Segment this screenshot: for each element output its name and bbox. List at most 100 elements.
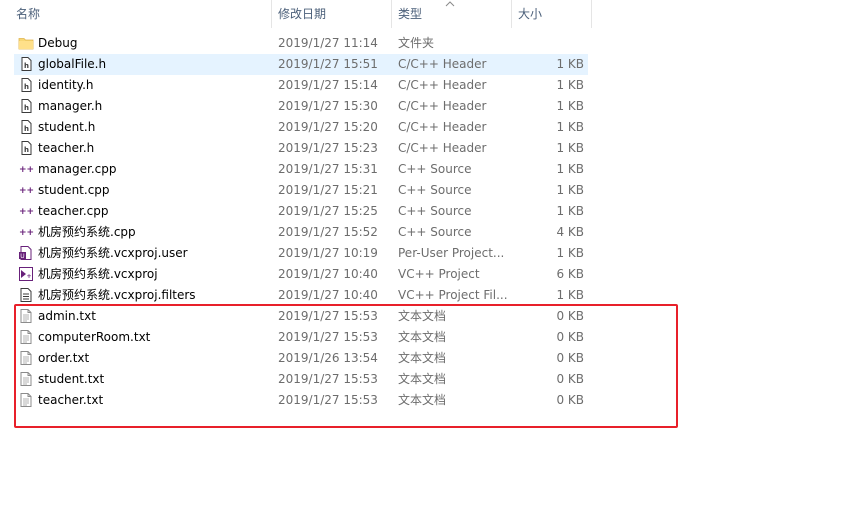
file-row[interactable]: h identity.h 2019/1/27 15:14 C/C++ Header 1 … [14,75,588,96]
file-name: 机房预约系统.cpp [38,225,136,239]
svg-text:++: ++ [19,186,34,196]
user-project-icon: U [18,245,34,261]
file-row[interactable]: h teacher.h 2019/1/27 15:23 C/C++ Header 1 K… [14,138,588,159]
file-row[interactable]: 机房预约系统.vcxproj.filters 2019/1/27 10:40 VC+… [14,285,588,306]
column-header-size[interactable]: 大小 [512,0,592,28]
file-date-modified: 2019/1/27 15:51 [278,57,378,71]
file-size [534,33,584,54]
file-row[interactable]: ++ 机房预约系统.cpp 2019/1/27 15:52 C++ Source 4 K… [14,222,588,243]
file-row[interactable]: Debug 2019/1/27 11:14 文件夹 [14,33,588,54]
svg-text:h: h [24,125,29,133]
file-name: student.h [38,120,96,134]
file-name: student.txt [38,372,105,386]
file-size: 1 KB [556,78,584,92]
file-name: student.cpp [38,183,110,197]
column-header-date[interactable]: 修改日期 [272,0,392,28]
file-size: 1 KB [556,246,584,260]
file-size: 1 KB [556,162,584,176]
file-size: 0 KB [556,351,584,365]
file-type: C/C++ Header [398,120,487,134]
file-date-modified: 2019/1/27 15:25 [278,204,378,218]
header-file-icon: h [18,77,34,93]
header-file-icon: h [18,56,34,72]
sort-ascending-icon [445,1,455,7]
file-size: 1 KB [556,183,584,197]
file-row[interactable]: student.txt 2019/1/27 15:53 文本文档 0 KB [14,369,588,390]
cpp-source-icon: ++ [18,224,34,240]
file-date-modified: 2019/1/27 15:14 [278,78,378,92]
file-date-modified: 2019/1/27 15:23 [278,141,378,155]
file-name: manager.h [38,99,103,113]
file-date-modified: 2019/1/27 10:19 [278,246,378,260]
header-file-icon: h [18,119,34,135]
svg-text:+: + [26,273,31,280]
file-row[interactable]: order.txt 2019/1/26 13:54 文本文档 0 KB [14,348,588,369]
column-header-bar: 名称 修改日期 类型 大小 [0,0,592,28]
file-size: 0 KB [556,372,584,386]
file-row[interactable]: h student.h 2019/1/27 15:20 C/C++ Header 1 K… [14,117,588,138]
file-type: C/C++ Header [398,141,487,155]
file-type: C++ Source [398,204,472,218]
file-name: computerRoom.txt [38,330,151,344]
file-name: admin.txt [38,309,96,323]
file-type: 文本文档 [398,351,447,365]
file-date-modified: 2019/1/27 15:31 [278,162,378,176]
file-row[interactable]: h manager.h 2019/1/27 15:30 C/C++ Header 1 K… [14,96,588,117]
text-file-icon [18,308,34,324]
file-name: 机房预约系统.vcxproj.user [38,246,188,260]
file-size: 1 KB [556,120,584,134]
file-type: C/C++ Header [398,99,487,113]
svg-text:h: h [24,146,29,154]
file-date-modified: 2019/1/27 15:21 [278,183,378,197]
file-row[interactable]: computerRoom.txt 2019/1/27 15:53 文本文档 0 KB [14,327,588,348]
file-type: 文件夹 [398,36,435,50]
file-row[interactable]: U 机房预约系统.vcxproj.user 2019/1/27 10:19 Per-U… [14,243,588,264]
file-name: globalFile.h [38,57,107,71]
file-type: VC++ Project [398,267,480,281]
file-row[interactable]: teacher.txt 2019/1/27 15:53 文本文档 0 KB [14,390,588,411]
file-size: 6 KB [556,267,584,281]
text-file-icon [18,371,34,387]
svg-text:h: h [24,62,29,70]
file-name: manager.cpp [38,162,117,176]
file-size: 0 KB [556,330,584,344]
file-row[interactable]: ++ teacher.cpp 2019/1/27 15:25 C++ Source 1 … [14,201,588,222]
file-name: order.txt [38,351,90,365]
file-name: 机房预约系统.vcxproj.filters [38,288,196,302]
header-file-icon: h [18,98,34,114]
file-date-modified: 2019/1/27 15:52 [278,225,378,239]
file-date-modified: 2019/1/27 15:30 [278,99,378,113]
file-size: 1 KB [556,288,584,302]
file-type: VC++ Project Fil... [398,288,508,302]
file-date-modified: 2019/1/26 13:54 [278,351,378,365]
text-file-icon [18,392,34,408]
svg-text:h: h [24,83,29,91]
file-date-modified: 2019/1/27 15:20 [278,120,378,134]
file-row[interactable]: ++ student.cpp 2019/1/27 15:21 C++ Source 1 … [14,180,588,201]
file-row[interactable]: h globalFile.h 2019/1/27 15:51 C/C++ Header… [14,54,588,75]
file-row[interactable]: ++ manager.cpp 2019/1/27 15:31 C++ Source 1 … [14,159,588,180]
file-type: 文本文档 [398,330,447,344]
file-name: teacher.txt [38,393,104,407]
file-size: 1 KB [556,57,584,71]
file-type: C/C++ Header [398,57,487,71]
file-size: 4 KB [556,225,584,239]
svg-text:U: U [20,253,24,260]
file-size: 1 KB [556,99,584,113]
file-type: 文本文档 [398,393,447,407]
file-type: 文本文档 [398,309,447,323]
file-date-modified: 2019/1/27 15:53 [278,309,378,323]
file-row[interactable]: admin.txt 2019/1/27 15:53 文本文档 0 KB [14,306,588,327]
file-name: teacher.h [38,141,95,155]
file-name: identity.h [38,78,94,92]
folder-icon [18,35,34,51]
svg-text:++: ++ [19,207,34,217]
svg-text:h: h [24,104,29,112]
column-divider[interactable] [591,0,592,28]
file-explorer-view: 名称 修改日期 类型 大小 Debug 2019/1/27 11:14 文件夹 h gl… [0,0,866,511]
file-type: Per-User Project... [398,246,505,260]
file-row[interactable]: + 机房预约系统.vcxproj 2019/1/27 10:40 VC++ Proje… [14,264,588,285]
file-size: 0 KB [556,393,584,407]
column-header-name[interactable]: 名称 [10,0,272,28]
svg-text:++: ++ [19,165,34,175]
